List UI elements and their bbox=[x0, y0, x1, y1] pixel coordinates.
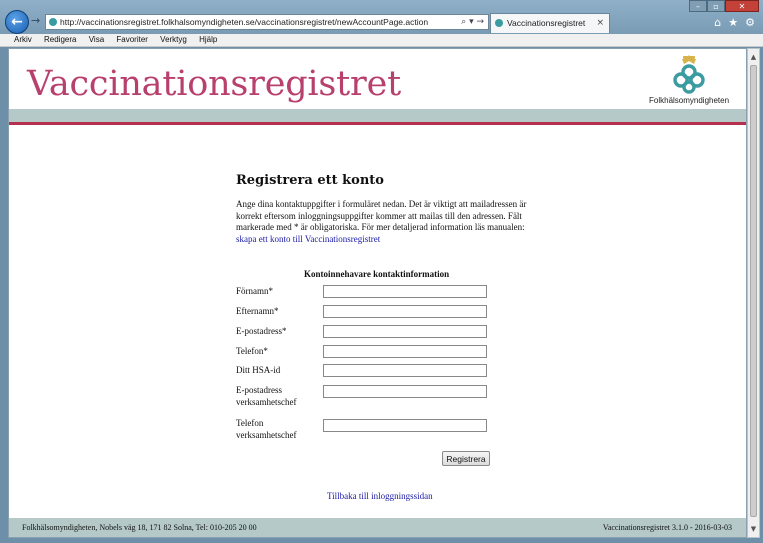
address-bar[interactable]: http://vaccinationsregistret.folkhalsomy… bbox=[45, 14, 489, 30]
tab-title: Vaccinationsregistret bbox=[507, 18, 586, 28]
footer-address: Folkhälsomyndigheten, Nobels väg 18, 171… bbox=[22, 523, 257, 532]
scrollbar-thumb[interactable] bbox=[750, 65, 757, 517]
label-epostadress: E-postadress* bbox=[236, 326, 287, 336]
site-favicon-icon bbox=[49, 18, 57, 26]
page-title: Registrera ett konto bbox=[236, 173, 384, 188]
back-arrow-icon[interactable]: ← bbox=[5, 10, 29, 34]
vertical-scrollbar[interactable]: ▲ ▼ bbox=[747, 48, 760, 538]
efternamn-input[interactable] bbox=[323, 305, 487, 318]
logo-emblem-icon bbox=[673, 55, 705, 94]
fornamn-input[interactable] bbox=[323, 285, 487, 298]
browser-tools: ⌂ ★ ⚙ bbox=[714, 16, 755, 29]
label-efternamn: Efternamn* bbox=[236, 306, 279, 316]
browser-tab[interactable]: Vaccinationsregistret × bbox=[490, 13, 610, 33]
label-telefon-verksamhetschef: Telefon verksamhetschef bbox=[236, 418, 297, 440]
label-epostadress-verksamhetschef: E-postadress verksamhetschef bbox=[236, 385, 297, 407]
intro-text: Ange dina kontaktuppgifter i formuläret … bbox=[236, 199, 527, 232]
settings-gear-icon[interactable]: ⚙ bbox=[745, 16, 755, 29]
menu-verktyg[interactable]: Verktyg bbox=[160, 34, 187, 46]
page-footer: Folkhälsomyndigheten, Nobels väg 18, 171… bbox=[9, 518, 746, 537]
tab-favicon-icon bbox=[495, 19, 503, 27]
back-to-login-link[interactable]: Tillbaka till inloggningssidan bbox=[327, 491, 433, 501]
label-fornamn: Förnamn* bbox=[236, 286, 273, 296]
telefon-input[interactable] bbox=[323, 345, 487, 358]
label-telefon: Telefon* bbox=[236, 346, 268, 356]
hsa-id-input[interactable] bbox=[323, 364, 487, 377]
favorites-star-icon[interactable]: ★ bbox=[728, 16, 738, 29]
site-title: Vaccinationsregistret bbox=[27, 64, 401, 104]
intro-paragraph: Ange dina kontaktuppgifter i formuläret … bbox=[236, 199, 536, 245]
logo-text: Folkhälsomyndigheten bbox=[649, 96, 730, 105]
header-accent-line bbox=[9, 122, 746, 125]
header-band bbox=[9, 109, 746, 122]
menu-visa[interactable]: Visa bbox=[89, 34, 104, 46]
page-viewport: Vaccinationsregistret Folkhälsomyndighet… bbox=[8, 48, 747, 538]
home-icon[interactable]: ⌂ bbox=[714, 16, 721, 29]
form-heading: Kontoinnehavare kontaktinformation bbox=[304, 269, 450, 279]
telefon-verksamhetschef-input[interactable] bbox=[323, 419, 487, 432]
scroll-down-arrow-icon[interactable]: ▼ bbox=[748, 523, 759, 535]
tab-close-icon[interactable]: × bbox=[596, 14, 604, 32]
main-content: Registrera ett konto Ange dina kontaktup… bbox=[236, 173, 536, 501]
scroll-up-arrow-icon[interactable]: ▲ bbox=[748, 51, 759, 63]
label-hsa-id: Ditt HSA-id bbox=[236, 365, 281, 375]
manual-link[interactable]: skapa ett konto till Vaccinationsregistr… bbox=[236, 234, 380, 244]
window-close-icon[interactable]: ✕ bbox=[725, 0, 759, 12]
browser-chrome: ← → http://vaccinationsregistret.folkhal… bbox=[0, 0, 763, 34]
epostadress-verksamhetschef-input[interactable] bbox=[323, 385, 487, 398]
folkhalsomyndigheten-logo: Folkhälsomyndigheten bbox=[649, 55, 729, 107]
menu-arkiv[interactable]: Arkiv bbox=[14, 34, 32, 46]
registrera-button[interactable]: Registrera bbox=[442, 451, 490, 466]
epostadress-input[interactable] bbox=[323, 325, 487, 338]
forward-arrow-icon[interactable]: → bbox=[31, 15, 43, 27]
maximize-icon[interactable]: ▫ bbox=[707, 0, 725, 12]
address-url[interactable]: http://vaccinationsregistret.folkhalsomy… bbox=[60, 17, 428, 27]
address-search-refresh-icon[interactable]: ⌕ ▾ → bbox=[461, 15, 484, 29]
menu-hjalp[interactable]: Hjälp bbox=[199, 34, 217, 46]
minimize-icon[interactable]: – bbox=[689, 0, 707, 12]
footer-version: Vaccinationsregistret 3.1.0 - 2016-03-03 bbox=[602, 523, 732, 532]
menu-favoriter[interactable]: Favoriter bbox=[116, 34, 148, 46]
window-controls: – ▫ ✕ bbox=[689, 0, 759, 12]
menu-bar: Arkiv Redigera Visa Favoriter Verktyg Hj… bbox=[0, 34, 763, 47]
menu-redigera[interactable]: Redigera bbox=[44, 34, 76, 46]
